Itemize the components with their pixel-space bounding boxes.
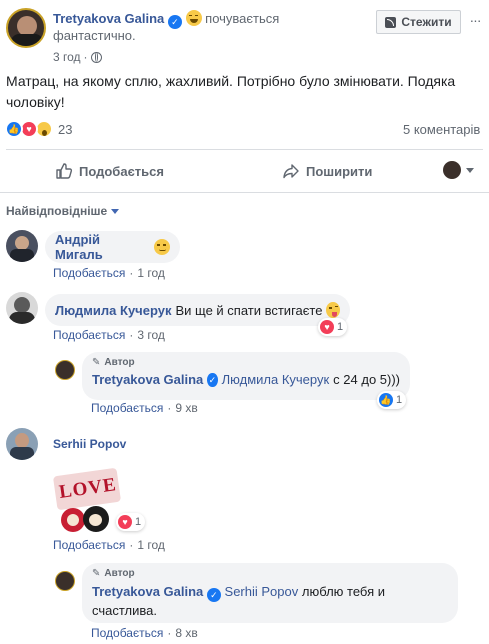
share-arrow-icon (283, 164, 299, 179)
share-button[interactable]: Поширити (282, 160, 372, 182)
post-time[interactable]: 3 год (53, 50, 81, 64)
follow-button[interactable]: Стежити (376, 10, 461, 34)
author-badge-label: Автор (104, 357, 135, 368)
post-options-icon[interactable]: ··· (467, 12, 483, 28)
comment-meta: Подобається · 1 год (53, 266, 165, 280)
tongue-emoji-icon (326, 302, 340, 318)
reply-reaction-badge[interactable]: 👍 1 (377, 391, 407, 409)
reaction-count: 23 (58, 121, 73, 137)
reply-author-avatar[interactable] (55, 571, 75, 591)
comment-like-link[interactable]: Подобається (53, 328, 125, 342)
comment-meta: Подобається · 1 год (53, 538, 165, 552)
globe-icon (90, 51, 102, 63)
feeling-word: фантастично. (53, 28, 136, 43)
reply-text: с 24 до 5))) (333, 372, 400, 387)
post-author-avatar[interactable] (6, 8, 46, 48)
post-meta: 3 год · (53, 50, 102, 64)
love-reaction-icon: ♥ (118, 515, 132, 529)
author-badge: ✎ Автор (92, 568, 448, 579)
comment-time[interactable]: 1 год (137, 538, 165, 552)
comment-author[interactable]: Serhii Popov (53, 437, 126, 451)
reply-mention[interactable]: Людмила Кучерук (222, 372, 330, 387)
post-as-selector[interactable] (443, 161, 474, 179)
comment-bubble: Андрій Мигаль (45, 231, 180, 263)
rss-icon (385, 16, 397, 28)
reply-like-link[interactable]: Подобається (91, 626, 163, 640)
post-author-name[interactable]: Tretyakova Galina (53, 11, 164, 26)
laughing-emoji-icon (185, 10, 202, 26)
like-button[interactable]: Подобається (55, 160, 164, 182)
share-button-label: Поширити (306, 163, 373, 179)
verified-icon: ✓ (167, 15, 182, 29)
post-text: Матрац, на якому сплю, жахливий. Потрібн… (6, 73, 456, 110)
comment-author[interactable]: Андрій Мигаль (55, 232, 150, 262)
reply-author[interactable]: Tretyakova Galina (92, 372, 203, 387)
verified-icon: ✓ (206, 588, 221, 602)
chevron-down-icon (466, 167, 474, 173)
follow-label: Стежити (401, 15, 452, 29)
comment-reaction-count: 1 (337, 321, 344, 333)
commenter-avatar[interactable] (6, 230, 38, 262)
comments-count[interactable]: 5 коментарів (403, 122, 480, 137)
commenter-avatar[interactable] (6, 292, 38, 324)
comment-bubble: Людмила Кучерук Ви ще й спати встигаєте (45, 294, 350, 326)
thumbs-up-icon (56, 163, 73, 179)
comment-meta: Подобається · 3 год (53, 328, 165, 342)
pencil-icon: ✎ (92, 357, 101, 368)
comment-sort-dropdown[interactable]: Найвідповідніше (6, 204, 120, 218)
comment-reaction-count: 1 (135, 516, 142, 528)
reply-like-link[interactable]: Подобається (91, 401, 163, 415)
smirk-emoji-icon (154, 239, 170, 255)
like-button-label: Подобається (79, 163, 164, 179)
love-sticker: LOVE (53, 468, 123, 534)
feeling-text: почувається (205, 11, 280, 26)
comment-like-link[interactable]: Подобається (53, 538, 125, 552)
reply-reaction-count: 1 (396, 394, 403, 406)
like-reaction-icon: 👍 (5, 120, 23, 138)
sort-label: Найвідповідніше (6, 204, 108, 218)
reaction-summary[interactable]: 👍 ♥ 23 (5, 120, 72, 138)
reply-bubble: ✎ Автор Tretyakova Galina ✓ Serhii Popov… (82, 563, 458, 623)
pencil-icon: ✎ (92, 568, 101, 579)
divider (0, 192, 489, 193)
comment-time[interactable]: 3 год (137, 328, 165, 342)
reply-author[interactable]: Tretyakova Galina (92, 584, 203, 599)
reply-time[interactable]: 9 хв (175, 401, 197, 415)
comment-time[interactable]: 1 год (137, 266, 165, 280)
comment-reaction-badge[interactable]: ♥ 1 (318, 318, 348, 336)
comment-text: Ви ще й спати встигаєте (175, 302, 323, 318)
author-badge: ✎ Автор (92, 357, 400, 368)
comment-author[interactable]: Людмила Кучерук (55, 303, 171, 318)
verified-icon: ✓ (207, 372, 218, 387)
divider (6, 149, 483, 150)
love-reaction-icon: ♥ (320, 320, 334, 334)
reply-bubble: ✎ Автор Tretyakova Galina ✓ Людмила Куче… (82, 352, 410, 400)
reply-mention[interactable]: Serhii Popov (225, 584, 299, 599)
reply-author-avatar[interactable] (55, 360, 75, 380)
post-header-line: Tretyakova Galina ✓ почувається (53, 10, 373, 29)
like-reaction-icon: 👍 (379, 393, 393, 407)
reply-time[interactable]: 8 хв (175, 626, 197, 640)
sort-chevron-icon (111, 208, 120, 214)
comment-like-link[interactable]: Подобається (53, 266, 125, 280)
reply-meta: Подобається · 8 хв (91, 626, 198, 640)
comment-reaction-badge[interactable]: ♥ 1 (116, 513, 146, 531)
author-badge-label: Автор (104, 568, 135, 579)
profile-avatar-small (443, 161, 461, 179)
commenter-avatar[interactable] (6, 428, 38, 460)
reply-meta: Подобається · 9 хв (91, 401, 198, 415)
